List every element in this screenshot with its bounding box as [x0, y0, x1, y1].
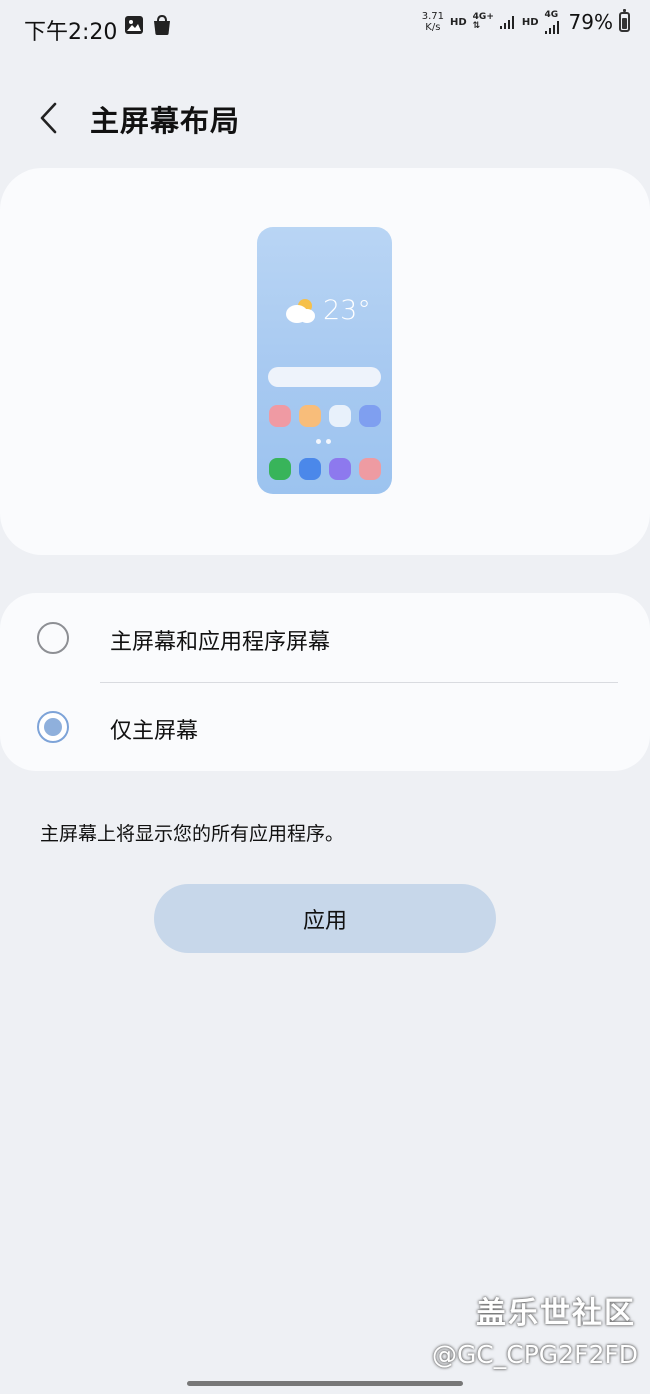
radio-button-unselected[interactable] [37, 622, 69, 654]
weather-temperature: 23° [323, 295, 371, 326]
app-icon [299, 458, 321, 480]
weather-widget: 23° [283, 295, 371, 326]
back-button[interactable] [30, 98, 70, 138]
battery-icon [619, 9, 630, 32]
chevron-left-icon [40, 102, 57, 134]
option-label: 仅主屏幕 [110, 719, 199, 744]
layout-preview-card: 23° [0, 168, 650, 555]
app-icon [359, 458, 381, 480]
network-speed: 3.71 K/s [422, 11, 444, 33]
data-arrows-icon: ⇅ [472, 21, 481, 31]
hd-label-2: HD [521, 16, 539, 28]
app-row-1 [269, 405, 381, 427]
status-time: 下午2:20 [24, 20, 118, 45]
watermark-user: @GC_CPG2F2FD [431, 1340, 638, 1369]
option-home-and-apps[interactable]: 主屏幕和应用程序屏幕 [0, 593, 650, 681]
gallery-icon [125, 16, 143, 34]
option-description: 主屏幕上将显示您的所有应用程序。 [40, 823, 345, 845]
watermark-title: 盖乐世社区 [476, 1296, 636, 1331]
signal-icon-1 [499, 16, 514, 29]
page-dot [326, 439, 331, 444]
page-indicator [316, 439, 331, 444]
app-icon [269, 405, 291, 427]
page-title: 主屏幕布局 [90, 104, 241, 138]
app-icon [329, 458, 351, 480]
app-icon [299, 405, 321, 427]
option-home-only[interactable]: 仅主屏幕 [0, 683, 650, 771]
app-row-2 [269, 458, 381, 480]
signal-icon-2 [544, 20, 559, 34]
app-icon [359, 405, 381, 427]
layout-options-card: 主屏幕和应用程序屏幕 仅主屏幕 [0, 593, 650, 771]
partly-cloudy-icon [286, 298, 315, 323]
battery-percent: 79% [568, 10, 613, 34]
status-bar: 下午2:20 3.71 K/s HD 4G+ ⇅ HD 4G 79% [0, 0, 650, 56]
phone-preview: 23° [257, 227, 392, 494]
shopping-bag-icon [154, 15, 170, 35]
speed-unit: K/s [425, 22, 441, 33]
app-icon [269, 458, 291, 480]
hd-label-1: HD [450, 16, 467, 28]
home-indicator[interactable] [187, 1381, 463, 1386]
option-label: 主屏幕和应用程序屏幕 [110, 630, 331, 655]
app-icon [329, 405, 351, 427]
search-bar-preview [268, 367, 381, 387]
network-type-2: 4G [544, 9, 559, 20]
speed-value: 3.71 [421, 11, 444, 22]
page-dot [316, 439, 321, 444]
apply-button[interactable]: 应用 [154, 884, 496, 953]
radio-button-selected[interactable] [37, 711, 69, 743]
